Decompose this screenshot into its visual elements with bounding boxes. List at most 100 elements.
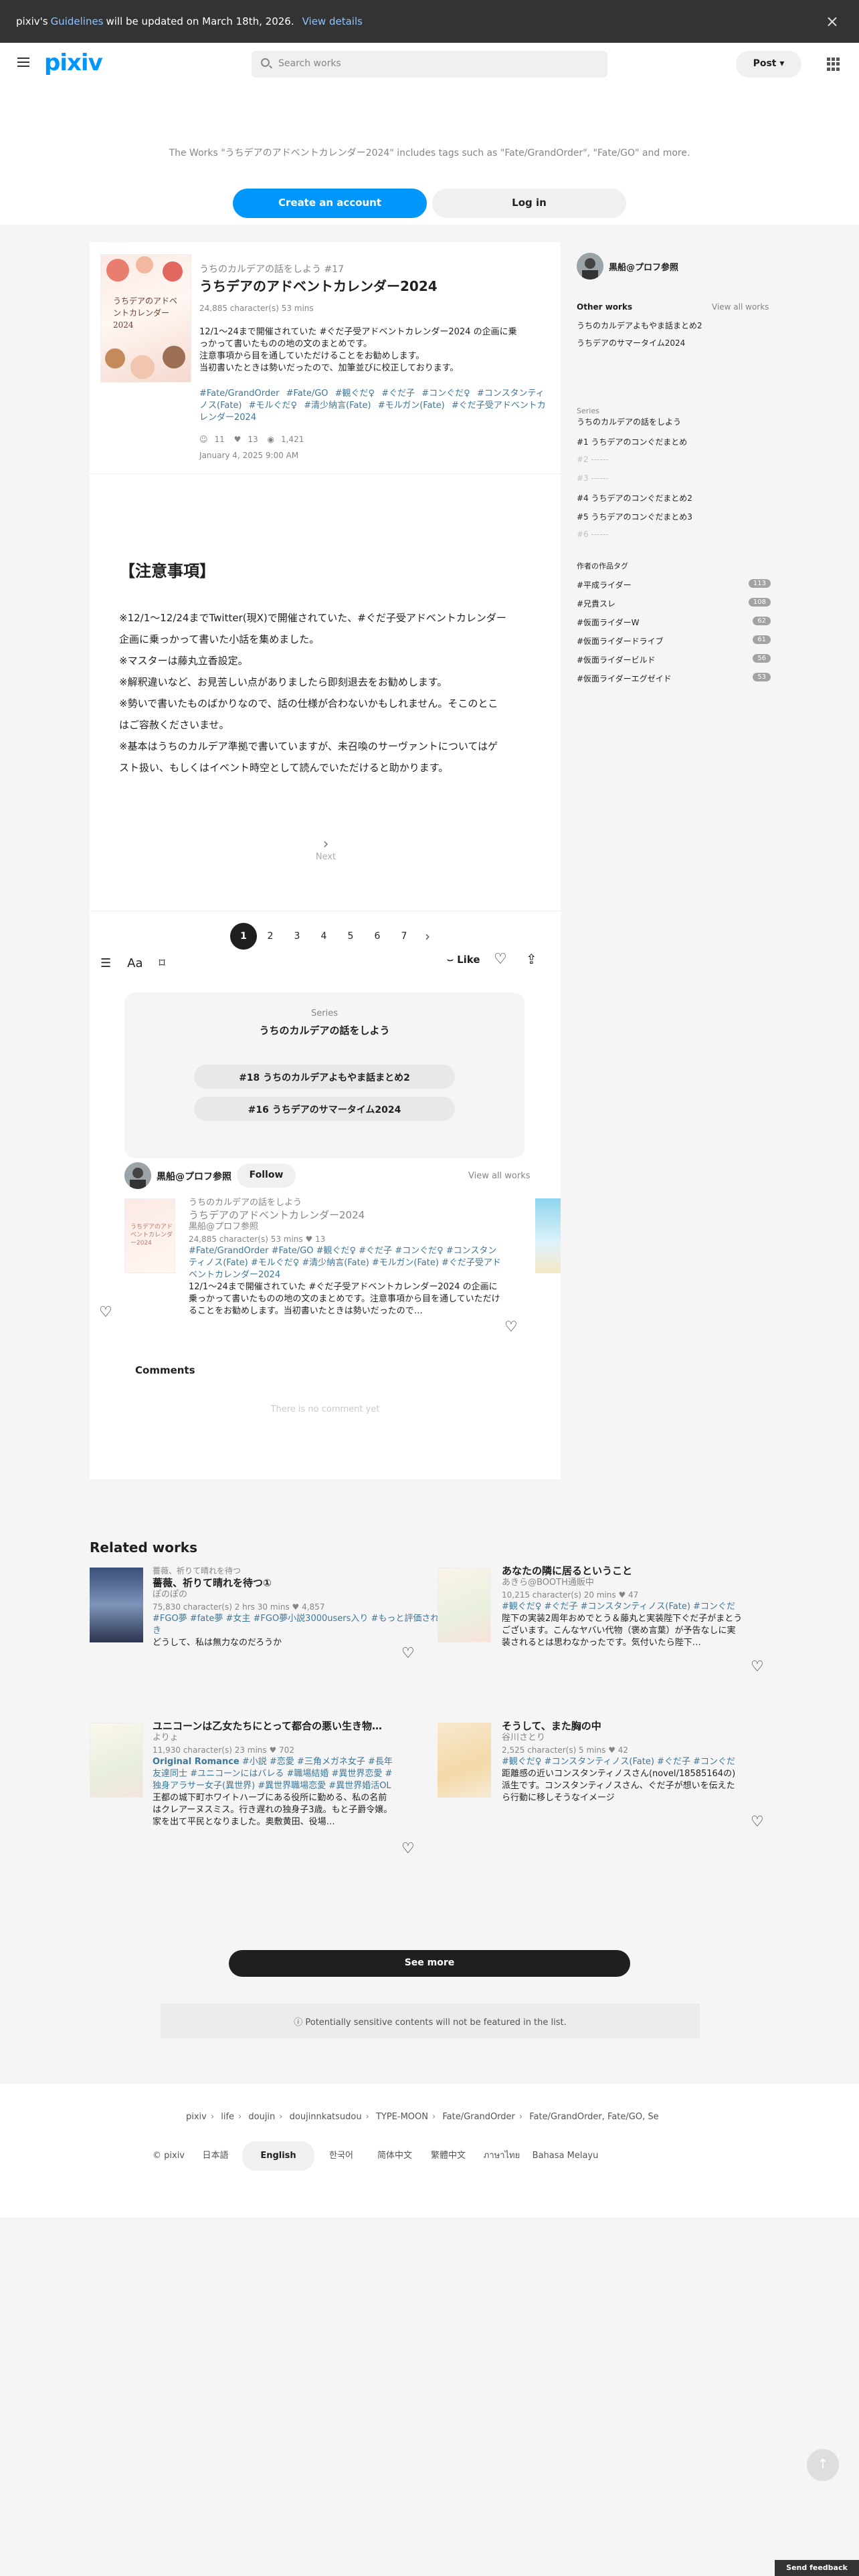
other-work-link[interactable]: うちのカルデアよもやま話まとめ2 (577, 320, 702, 331)
apps-grid-icon[interactable] (827, 58, 840, 71)
tag-link[interactable]: #コンぐだ♀ (421, 389, 470, 399)
related-genre[interactable]: Original Romance (153, 1757, 240, 1767)
lang-option[interactable]: 繁體中文 (421, 2150, 475, 2162)
related-work-card[interactable]: 薔薇、祈りて晴れを待つ 薔薇、祈りて晴れを待つ① ぽのぽの 75,830 cha… (153, 1565, 460, 1649)
pixiv-logo[interactable]: pixiv (44, 49, 103, 76)
card-series[interactable]: うちのカルデアの話をしよう (189, 1197, 503, 1209)
lang-option[interactable]: Bahasa Melayu (529, 2150, 602, 2162)
card-title[interactable]: うちデアのアドベントカレンダー2024 (189, 1209, 503, 1221)
heart-icon[interactable]: ♡ (751, 1814, 764, 1830)
related-series[interactable]: 薔薇、祈りて晴れを待つ (153, 1565, 460, 1577)
related-author[interactable]: ぽのぽの (153, 1589, 460, 1601)
related-title[interactable]: ユニコーンは乙女たちにとって都合の悪い生き物… (153, 1720, 393, 1732)
breadcrumb-item[interactable]: doujinnkatsudou (290, 2112, 362, 2122)
see-more-button[interactable]: See more (229, 1950, 630, 1977)
page-2[interactable]: 2 (257, 923, 284, 950)
tag-link[interactable]: #モルガン(Fate) (378, 401, 445, 411)
view-all-works-link[interactable]: View all works (712, 302, 769, 312)
author-name[interactable]: 黒船@プロフ参照 (157, 1170, 231, 1183)
chevron-right-icon[interactable]: › (417, 928, 438, 944)
menu-icon[interactable] (17, 58, 29, 67)
related-title[interactable]: そうして、また胸の中 (502, 1720, 743, 1732)
work-cover[interactable]: うちデアのアドベントカレンダー2024 (100, 254, 191, 383)
page-6[interactable]: 6 (364, 923, 391, 950)
like-button[interactable]: ⌣ Like (447, 954, 480, 966)
lang-option[interactable]: 日本語 (189, 2150, 242, 2162)
author-tag[interactable]: #仮面ライダードライブ 61 (577, 635, 771, 647)
heart-icon[interactable]: ♡ (401, 1840, 415, 1857)
tag-link[interactable]: #ぐだ子 (381, 389, 415, 399)
related-tags[interactable]: #観ぐだ♀ #コンスタンティノス(Fate) #ぐだ子 #コンぐだ (502, 1756, 743, 1768)
card-author[interactable]: 黒船@プロフ参照 (189, 1221, 503, 1233)
breadcrumb-item[interactable]: pixiv (186, 2112, 207, 2122)
avatar[interactable] (577, 253, 603, 280)
heart-icon[interactable]: ♡ (504, 1319, 518, 1335)
related-work-card[interactable]: ユニコーンは乙女たちにとって都合の悪い生き物… よりょ 11,930 chara… (153, 1720, 393, 1828)
series-item[interactable]: #4 うちデアのコンぐだまとめ2 (577, 492, 692, 504)
lang-option[interactable]: 한국어 (314, 2150, 368, 2162)
send-feedback-button[interactable]: Send feedback (775, 2560, 859, 2576)
heart-icon[interactable]: ♡ (401, 1645, 415, 1662)
view-all-works-link[interactable]: View all works (468, 1171, 531, 1181)
related-thumbnail[interactable] (90, 1723, 143, 1798)
author-tag[interactable]: #兄貴スレ 108 (577, 598, 771, 609)
author-tag[interactable]: #仮面ライダーエグゼイド 53 (577, 673, 771, 684)
sidebar-series-title[interactable]: うちのカルデアの話をしよう (577, 416, 681, 427)
page-5[interactable]: 5 (337, 923, 364, 950)
lang-option-selected[interactable]: English (242, 2141, 314, 2171)
page-4[interactable]: 4 (310, 923, 337, 950)
card-tags[interactable]: #Fate/GrandOrder #Fate/GO #観ぐだ♀ #ぐだ子 #コン… (189, 1245, 503, 1281)
bookmark-icon[interactable]: ⌑ (159, 956, 165, 970)
breadcrumb-item[interactable]: Fate/GrandOrder (442, 2112, 515, 2122)
author-tag[interactable]: #仮面ライダービルド 56 (577, 654, 771, 665)
follow-button[interactable]: Follow (237, 1164, 296, 1188)
breadcrumb-item[interactable]: doujin (248, 2112, 275, 2122)
series-item[interactable]: #5 うちデアのコンぐだまとめ3 (577, 511, 692, 522)
series-item[interactable]: #1 うちデアのコンぐだまとめ (577, 436, 687, 447)
search-input[interactable]: Search works (252, 51, 607, 78)
breadcrumb-item[interactable]: TYPE-MOON (376, 2112, 428, 2122)
work-thumbnail[interactable]: うちデアのアドベントカレンダー2024 (124, 1198, 175, 1273)
series-next-work[interactable]: #18 うちのカルデアよもやま話まとめ2 (194, 1065, 455, 1089)
next-work-thumbnail[interactable] (535, 1198, 561, 1273)
related-tags[interactable]: #観ぐだ♀ #ぐだ子 #コンスタンティノス(Fate) #コンぐだ (502, 1601, 743, 1613)
related-title[interactable]: あなたの隣に居るということ (502, 1565, 743, 1577)
related-tags[interactable]: #FGO夢 #fate夢 #女主 #FGO夢小説3000users入り #もっと… (153, 1613, 460, 1637)
related-tags[interactable]: Original Romance #小説 #恋愛 #三角メガネ女子 #長年友達同… (153, 1756, 393, 1792)
tag-link[interactable]: #モルぐだ♀ (249, 401, 297, 411)
page-7[interactable]: 7 (391, 923, 417, 950)
breadcrumb-item[interactable]: Fate/GrandOrder, Fate/GO, Se (529, 2112, 658, 2122)
view-details-link[interactable]: View details (302, 15, 363, 27)
next-page-button[interactable]: › Next (307, 837, 345, 863)
related-thumbnail[interactable] (438, 1723, 491, 1798)
post-button[interactable]: Post ▾ (736, 51, 801, 78)
related-work-card[interactable]: あなたの隣に居るということ あきら@BOOTH通販中 10,215 charac… (502, 1565, 743, 1649)
author-tag[interactable]: #仮面ライダーW 62 (577, 617, 771, 628)
related-thumbnail[interactable] (438, 1568, 491, 1642)
lang-option[interactable]: 简体中文 (368, 2150, 421, 2162)
sidebar-author-name[interactable]: 黒船@プロフ参照 (609, 260, 678, 273)
series-link[interactable]: うちのカルデアの話をしよう #17 (199, 262, 344, 276)
other-work-link[interactable]: うちデアのサマータイム2024 (577, 337, 685, 348)
series-prev-work[interactable]: #16 うちデアのサマータイム2024 (194, 1097, 455, 1121)
related-author[interactable]: よりょ (153, 1732, 393, 1744)
guidelines-link[interactable]: Guidelines (51, 15, 104, 27)
page-1[interactable]: 1 (230, 923, 257, 950)
heart-icon[interactable]: ♡ (751, 1658, 764, 1675)
login-button[interactable]: Log in (432, 189, 626, 218)
page-3[interactable]: 3 (284, 923, 310, 950)
tag-link[interactable]: #Fate/GrandOrder (199, 389, 279, 399)
related-author[interactable]: あきら@BOOTH通販中 (502, 1577, 743, 1589)
author-tag[interactable]: #平成ライダー 113 (577, 579, 771, 591)
heart-icon[interactable]: ♡ (494, 951, 507, 968)
related-title[interactable]: 薔薇、祈りて晴れを待つ① (153, 1577, 460, 1589)
related-author[interactable]: 谷川さとり (502, 1732, 743, 1744)
share-icon[interactable]: ⇪ (526, 951, 537, 967)
author-work-card[interactable]: うちのカルデアの話をしよう うちデアのアドベントカレンダー2024 黒船@プロフ… (189, 1197, 503, 1317)
lang-option[interactable]: ภาษาไทย (475, 2150, 529, 2162)
tag-link[interactable]: #観ぐだ♀ (335, 389, 375, 399)
related-thumbnail[interactable] (90, 1568, 143, 1642)
font-size-icon[interactable]: Aa (127, 956, 142, 970)
avatar[interactable] (124, 1162, 151, 1189)
create-account-button[interactable]: Create an account (233, 189, 427, 218)
